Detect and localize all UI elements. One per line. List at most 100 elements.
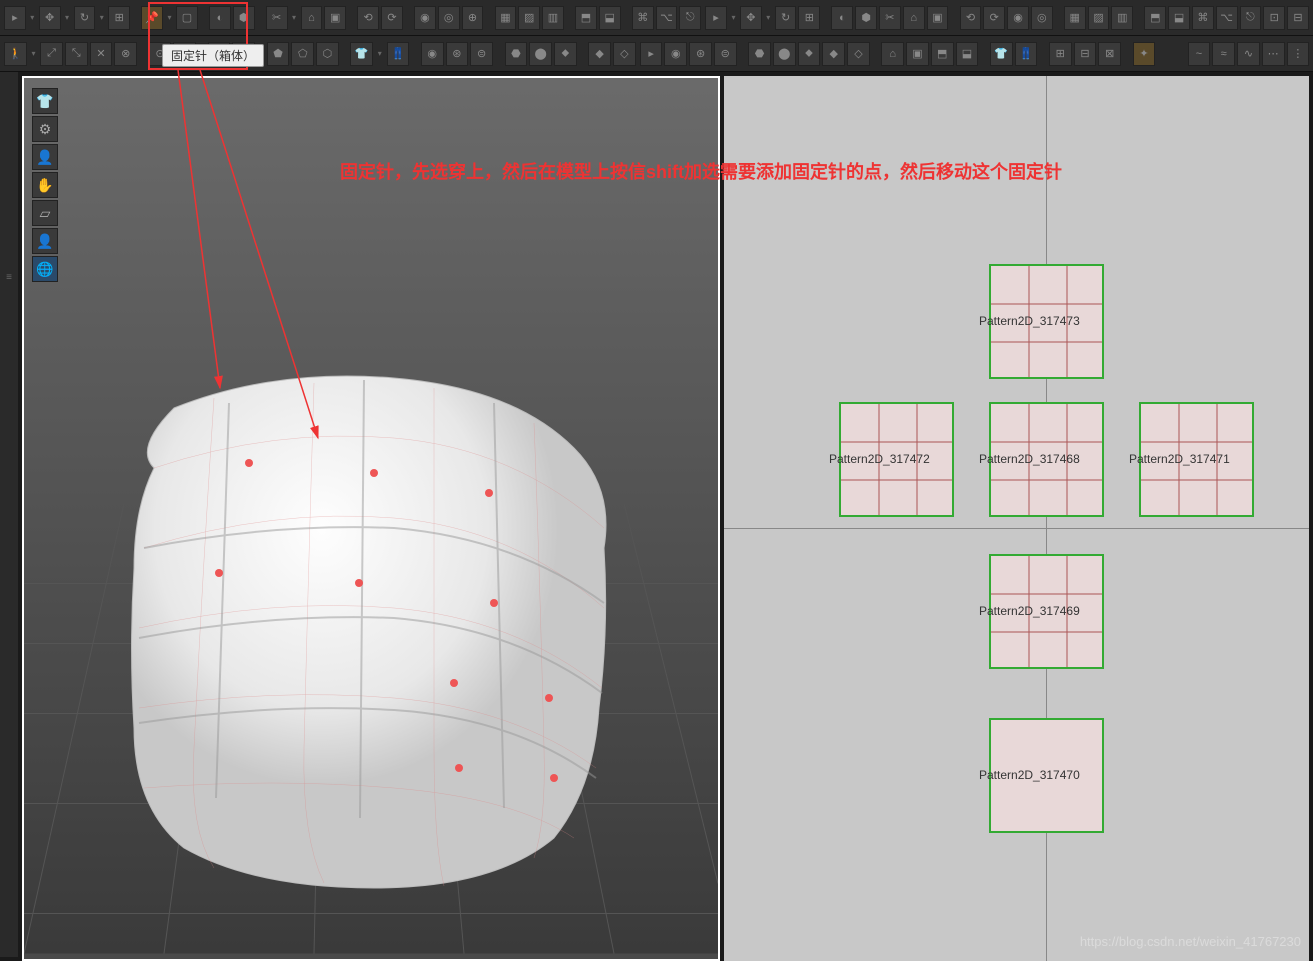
tool-icon[interactable]: ⬢ xyxy=(233,6,255,30)
hand-icon[interactable]: ✋ xyxy=(32,172,58,198)
tool-icon[interactable]: ⟲ xyxy=(357,6,379,30)
tool-icon[interactable]: ▣ xyxy=(906,42,929,66)
tool-icon[interactable]: ⬒ xyxy=(575,6,597,30)
tool-icon[interactable]: ⊡ xyxy=(1263,6,1285,30)
shirt-icon[interactable]: 👕 xyxy=(32,88,58,114)
tool-icon[interactable]: ⊜ xyxy=(470,42,493,66)
avatar-icon[interactable]: 👤 xyxy=(32,144,58,170)
dropdown-icon[interactable]: ▾ xyxy=(290,6,299,30)
tool-icon[interactable]: ⊛ xyxy=(446,42,469,66)
tool-icon[interactable]: ▣ xyxy=(324,6,346,30)
gear-icon[interactable]: ⚙ xyxy=(32,116,58,142)
viewport-2d[interactable]: Pattern2D_317473Pattern2D_317472Pattern2… xyxy=(724,76,1309,961)
tool-icon[interactable]: ⤢ xyxy=(40,42,63,66)
tool-icon[interactable]: ~ xyxy=(1188,42,1211,66)
tool-icon[interactable]: ⌘ xyxy=(1192,6,1214,30)
tool-icon[interactable]: 👖 xyxy=(387,42,410,66)
tool-icon[interactable]: ∿ xyxy=(1237,42,1260,66)
tool-icon[interactable]: ⬟ xyxy=(267,42,290,66)
tool-icon[interactable]: ⬢ xyxy=(855,6,877,30)
tool-icon[interactable]: ≈ xyxy=(1212,42,1235,66)
tool-icon[interactable]: ◆ xyxy=(822,42,845,66)
scale-tool-icon[interactable]: ⊞ xyxy=(108,6,130,30)
tool-icon[interactable]: ⊕ xyxy=(462,6,484,30)
tool-icon[interactable]: ▥ xyxy=(1111,6,1133,30)
walk-icon[interactable]: 🚶 xyxy=(4,42,27,66)
tool-icon[interactable]: ⬒ xyxy=(931,42,954,66)
tool-icon[interactable]: ◉ xyxy=(1007,6,1029,30)
viewport-3d[interactable]: 👕 ⚙ 👤 ✋ ▱ 👤 🌐 xyxy=(22,76,720,961)
dropdown-icon[interactable]: ▾ xyxy=(729,6,738,30)
tool-icon[interactable]: ⤡ xyxy=(65,42,88,66)
select-tool-icon[interactable]: ▸ xyxy=(4,6,26,30)
tool-icon[interactable]: ◆ xyxy=(588,42,611,66)
tool-icon[interactable]: ⬤ xyxy=(773,42,796,66)
box-tool-icon[interactable]: ▢ xyxy=(176,6,198,30)
tool-icon[interactable]: ⬠ xyxy=(291,42,314,66)
tool-icon[interactable]: ✂ xyxy=(266,6,288,30)
tool-icon[interactable]: ⎋ xyxy=(679,6,701,30)
tool-icon[interactable]: ⬒ xyxy=(1144,6,1166,30)
tool-icon[interactable]: ⟳ xyxy=(381,6,403,30)
tool-icon[interactable]: ▸ xyxy=(705,6,727,30)
tool-icon[interactable]: ⋮ xyxy=(1287,42,1310,66)
tool-icon[interactable]: ✦ xyxy=(1133,42,1156,66)
tool-icon[interactable]: ⌥ xyxy=(656,6,678,30)
tool-icon[interactable]: ◇ xyxy=(847,42,870,66)
tool-icon[interactable]: ▸ xyxy=(640,42,663,66)
cushion-model[interactable] xyxy=(74,348,634,918)
tool-icon[interactable]: ◐ xyxy=(209,6,231,30)
tool-icon[interactable]: ✂ xyxy=(879,6,901,30)
tool-icon[interactable]: ⟳ xyxy=(983,6,1005,30)
tool-icon[interactable]: ⬤ xyxy=(529,42,552,66)
tool-icon[interactable]: ⟲ xyxy=(960,6,982,30)
tool-icon[interactable]: ⊞ xyxy=(798,6,820,30)
tool-icon[interactable]: ↻ xyxy=(775,6,797,30)
tool-icon[interactable]: ✕ xyxy=(90,42,113,66)
head-icon[interactable]: 👤 xyxy=(32,228,58,254)
dropdown-icon[interactable]: ▾ xyxy=(29,42,38,66)
tool-icon[interactable]: ◉ xyxy=(664,42,687,66)
tool-icon[interactable]: ⌂ xyxy=(881,42,904,66)
tool-icon[interactable]: ⬡ xyxy=(316,42,339,66)
tool-icon[interactable]: 👕 xyxy=(990,42,1013,66)
dropdown-icon[interactable]: ▾ xyxy=(375,42,384,66)
tool-icon[interactable]: ⎋ xyxy=(1240,6,1262,30)
tool-icon[interactable]: ⊞ xyxy=(1049,42,1072,66)
tool-icon[interactable]: ▦ xyxy=(495,6,517,30)
tool-icon[interactable]: ⬥ xyxy=(554,42,577,66)
tool-icon[interactable]: ▥ xyxy=(542,6,564,30)
dropdown-icon[interactable]: ▾ xyxy=(28,6,37,30)
tool-icon[interactable]: ⬓ xyxy=(599,6,621,30)
tool-icon[interactable]: ⌘ xyxy=(632,6,654,30)
tool-icon[interactable]: ⊛ xyxy=(689,42,712,66)
tool-icon[interactable]: ◎ xyxy=(438,6,460,30)
tool-icon[interactable]: ⬓ xyxy=(1168,6,1190,30)
tool-icon[interactable]: ⌂ xyxy=(301,6,323,30)
tool-icon[interactable]: ⊟ xyxy=(1074,42,1097,66)
tool-icon[interactable]: 👖 xyxy=(1015,42,1038,66)
dropdown-icon[interactable]: ▾ xyxy=(97,6,106,30)
tool-icon[interactable]: ▦ xyxy=(1064,6,1086,30)
tool-icon[interactable]: ⌂ xyxy=(903,6,925,30)
tool-icon[interactable]: ▣ xyxy=(927,6,949,30)
tool-icon[interactable]: ◐ xyxy=(831,6,853,30)
tool-icon[interactable]: ✥ xyxy=(740,6,762,30)
dropdown-icon[interactable]: ▾ xyxy=(165,6,174,30)
tool-icon[interactable]: ◉ xyxy=(421,42,444,66)
tool-icon[interactable]: ⬣ xyxy=(505,42,528,66)
tool-icon[interactable]: ⌥ xyxy=(1216,6,1238,30)
tool-icon[interactable]: ◎ xyxy=(1031,6,1053,30)
dropdown-icon[interactable]: ▾ xyxy=(764,6,773,30)
tool-icon[interactable]: ⬣ xyxy=(748,42,771,66)
tool-icon[interactable]: ◇ xyxy=(613,42,636,66)
tool-icon[interactable]: ⊗ xyxy=(114,42,137,66)
move-tool-icon[interactable]: ✥ xyxy=(39,6,61,30)
tool-icon[interactable]: 👕 xyxy=(350,42,373,66)
tool-icon[interactable]: ⋯ xyxy=(1262,42,1285,66)
dropdown-icon[interactable]: ▾ xyxy=(63,6,72,30)
tool-icon[interactable]: ⊠ xyxy=(1098,42,1121,66)
pin-tool-icon[interactable]: 📌 xyxy=(141,6,163,30)
globe-icon[interactable]: 🌐 xyxy=(32,256,58,282)
tool-icon[interactable]: ▨ xyxy=(518,6,540,30)
